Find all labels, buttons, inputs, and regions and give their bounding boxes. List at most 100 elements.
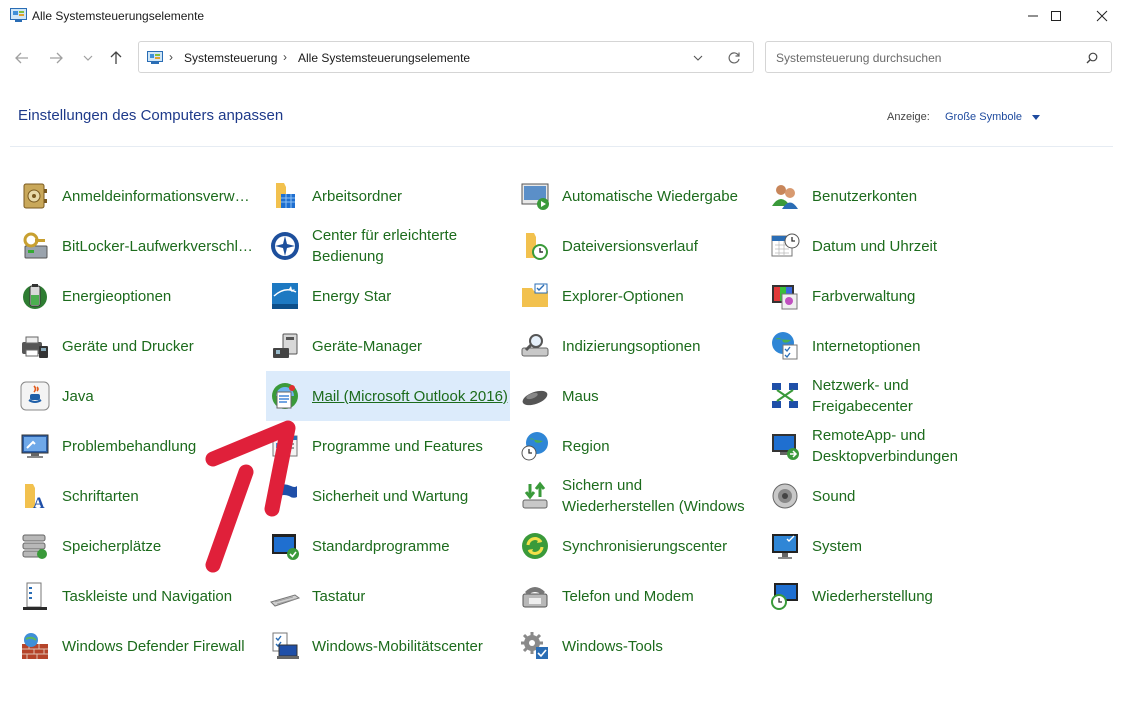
window-title: Alle Systemsteuerungselemente <box>32 9 205 23</box>
breadcrumb-current[interactable]: Alle Systemsteuerungselemente <box>298 51 470 65</box>
breadcrumb-systemsteuerung[interactable]: Systemsteuerung <box>184 51 277 65</box>
maximize-button[interactable] <box>1033 0 1079 32</box>
monitor-icon <box>772 534 798 559</box>
cp-item-standardprogramme[interactable]: Standardprogramme <box>266 521 510 571</box>
item-label: Maus <box>562 387 599 405</box>
cp-item-sicherheit-wartung[interactable]: Sicherheit und Wartung <box>266 471 510 521</box>
cp-item-energy-star[interactable]: Energy Star <box>266 271 510 321</box>
chevron-down-icon[interactable] <box>692 53 704 63</box>
forward-button[interactable] <box>46 48 66 68</box>
cp-item-benutzerkonten[interactable]: Benutzerkonten <box>766 171 1010 221</box>
cp-item-energieoptionen[interactable]: Energieoptionen <box>16 271 260 321</box>
close-icon <box>1096 10 1108 22</box>
cp-item-java[interactable]: Java <box>16 371 260 421</box>
item-label: Taskleiste und Navigation <box>62 587 233 605</box>
divider <box>10 146 1113 147</box>
fonts-folder-icon: A <box>25 484 45 512</box>
cp-item-geraete-manager[interactable]: Geräte-Manager <box>266 321 510 371</box>
item-label: Dateiversionsverlauf <box>562 237 698 255</box>
cp-item-system[interactable]: System <box>766 521 1010 571</box>
control-panel-icon <box>147 51 163 64</box>
mail-icon <box>272 383 298 409</box>
cp-item-mobilitaetscenter[interactable]: Windows-Mobilitätscenter <box>266 621 510 671</box>
cp-item-programme-features[interactable]: Programme und Features <box>266 421 510 471</box>
refresh-icon[interactable] <box>727 51 741 65</box>
cp-item-geraete-drucker[interactable]: Geräte und Drucker <box>16 321 260 371</box>
item-label: Schriftarten <box>62 487 139 505</box>
sync-icon <box>522 533 548 559</box>
taskbar-icon <box>23 582 47 610</box>
cp-item-arbeitsordner[interactable]: Arbeitsordner <box>266 171 510 221</box>
arrow-left-icon <box>15 52 28 64</box>
cp-item-explorer-optionen[interactable]: Explorer-Optionen <box>516 271 760 321</box>
cp-item-maus[interactable]: Maus <box>516 371 760 421</box>
item-label: Speicherplätze <box>62 537 162 555</box>
item-label: Windows Defender Firewall <box>62 637 245 655</box>
mobility-center-icon <box>272 632 299 659</box>
view-mode-dropdown[interactable]: Große Symbole <box>945 111 1022 123</box>
flag-icon <box>277 484 297 508</box>
title-bar: Alle Systemsteuerungselemente <box>0 0 1125 32</box>
cp-item-problembehandlung[interactable]: Problembehandlung <box>16 421 260 471</box>
cp-item-datum-uhrzeit[interactable]: Datum und Uhrzeit <box>766 221 1010 271</box>
close-button[interactable] <box>1079 0 1125 32</box>
item-label: RemoteApp- und Desktopverbindungen <box>812 427 958 465</box>
cp-item-wiederherstellung[interactable]: Wiederherstellung <box>766 571 1010 621</box>
network-icon <box>772 383 798 408</box>
cp-item-indizierungsoptionen[interactable]: Indizierungsoptionen <box>516 321 760 371</box>
firewall-icon <box>22 633 48 659</box>
cp-item-farbverwaltung[interactable]: Farbverwaltung <box>766 271 1010 321</box>
cp-item-windows-tools[interactable]: Windows-Tools <box>516 621 760 671</box>
item-label: Farbverwaltung <box>812 287 916 305</box>
indexing-icon <box>521 334 549 357</box>
cp-item-remoteapp[interactable]: RemoteApp- und Desktopverbindungen <box>766 421 1010 471</box>
calendar-clock-icon <box>771 233 800 257</box>
mouse-icon <box>522 390 548 406</box>
address-bar[interactable]: › Systemsteuerung › Alle Systemsteuerung… <box>138 41 754 73</box>
recent-locations-button[interactable] <box>78 48 98 68</box>
cp-item-erleichterte-bedienung[interactable]: Center für erleichterte Bedienung <box>266 221 510 271</box>
work-folders-icon <box>276 183 295 208</box>
cp-item-dateiversionsverlauf[interactable]: Dateiversionsverlauf <box>516 221 760 271</box>
caret-down-icon[interactable] <box>1032 115 1040 120</box>
item-label: Netzwerk- und Freigabecenter <box>812 377 913 415</box>
item-label: Windows-Mobilitätscenter <box>312 637 483 655</box>
keyboard-icon <box>270 594 301 607</box>
back-button[interactable] <box>12 48 32 68</box>
cp-item-anmeldeinformationen[interactable]: Anmeldeinformationsverwaltung <box>16 171 260 221</box>
cp-item-synchronisierungscenter[interactable]: Synchronisierungscenter <box>516 521 760 571</box>
cp-item-taskleiste[interactable]: Taskleiste und Navigation <box>16 571 260 621</box>
up-button[interactable] <box>106 48 126 68</box>
item-label: Sichern und Wiederherstellen (Windows 7) <box>562 477 745 521</box>
tools-gear-icon <box>521 632 548 659</box>
battery-icon <box>23 284 47 309</box>
cp-item-tastatur[interactable]: Tastatur <box>266 571 510 621</box>
globe-clock-icon <box>521 432 548 461</box>
internet-options-icon <box>772 332 798 360</box>
cp-item-schriftarten[interactable]: A Schriftarten <box>16 471 260 521</box>
energy-star-icon <box>272 283 298 309</box>
arrow-right-icon <box>50 52 63 64</box>
item-label: Arbeitsordner <box>312 187 403 205</box>
cp-item-region[interactable]: Region <box>516 421 760 471</box>
cp-item-firewall[interactable]: Windows Defender Firewall <box>16 621 260 671</box>
item-label: Wiederherstellung <box>812 587 933 605</box>
programs-icon <box>272 435 298 457</box>
device-manager-icon <box>273 333 298 358</box>
item-label: Explorer-Optionen <box>562 287 684 305</box>
cp-item-internetoptionen[interactable]: Internetoptionen <box>766 321 1010 371</box>
cp-item-netzwerk-freigabecenter[interactable]: Netzwerk- und Freigabecenter <box>766 371 1010 421</box>
cp-item-sound[interactable]: Sound <box>766 471 1010 521</box>
search-input[interactable]: Systemsteuerung durchsuchen <box>765 41 1112 73</box>
cp-item-bitlocker[interactable]: BitLocker-Laufwerkverschlüsselung <box>16 221 260 271</box>
cp-item-sichern-wiederherstellen[interactable]: Sichern und Wiederherstellen (Windows 7) <box>516 471 760 521</box>
cp-item-mail[interactable]: Mail (Microsoft Outlook 2016) <box>266 371 510 421</box>
cp-item-automatische-wiedergabe[interactable]: Automatische Wiedergabe <box>516 171 760 221</box>
search-placeholder: Systemsteuerung durchsuchen <box>776 51 942 65</box>
ease-of-access-icon <box>271 232 299 260</box>
autoplay-icon <box>521 183 549 210</box>
cp-item-telefon-modem[interactable]: Telefon und Modem <box>516 571 760 621</box>
item-label: Anmeldeinformationsverwaltung <box>62 187 254 205</box>
credential-vault-icon <box>23 183 47 209</box>
cp-item-speicherplaetze[interactable]: Speicherplätze <box>16 521 260 571</box>
